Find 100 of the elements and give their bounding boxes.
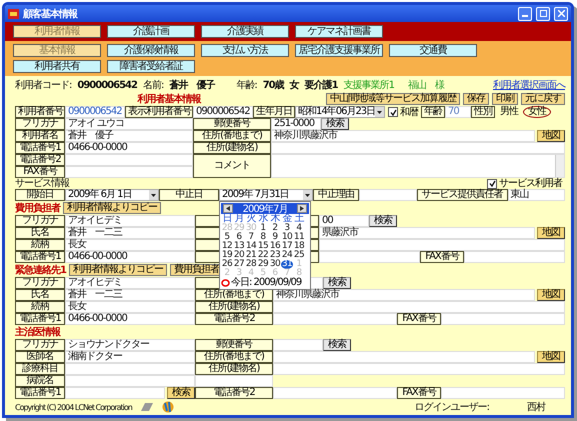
input-field[interactable] — [65, 166, 193, 178]
calendar-day[interactable]: 23 — [269, 251, 281, 260]
map-button[interactable]: 地図 — [537, 289, 565, 301]
date-select[interactable]: 2009年 7月31日 — [219, 189, 313, 201]
search-button[interactable]: 検索 — [369, 215, 397, 227]
input-field[interactable] — [65, 375, 195, 387]
input-field[interactable]: 00 — [319, 215, 369, 227]
input-field[interactable]: 0466-00-0000 — [65, 313, 195, 325]
tab[interactable]: 利用者共有 — [13, 60, 101, 73]
calendar-day[interactable]: 18 — [293, 242, 305, 251]
search-button[interactable]: 検索 — [167, 387, 195, 399]
calendar-day[interactable]: 25 — [293, 251, 305, 260]
calendar-day[interactable]: 10 — [281, 233, 293, 242]
calendar-day[interactable]: 15 — [257, 242, 269, 251]
tab[interactable]: 居宅介護支援事業所 — [295, 44, 383, 57]
input-field[interactable] — [273, 339, 323, 351]
tab[interactable]: 介護実績 — [201, 25, 289, 38]
maximize-button[interactable] — [536, 6, 550, 20]
input-field[interactable]: 県藤沢市 — [319, 227, 535, 239]
input-field[interactable] — [65, 154, 193, 166]
calendar-day[interactable]: 12 — [221, 242, 233, 251]
search-button[interactable]: 検索 — [323, 277, 351, 289]
calendar-day[interactable]: 24 — [281, 251, 293, 260]
user-select-link[interactable]: 利用者選択画面へ — [493, 78, 565, 92]
calendar-day[interactable]: 19 — [221, 251, 233, 260]
input-field[interactable] — [464, 251, 565, 263]
sex-option[interactable]: 女性 — [523, 106, 551, 118]
input-field[interactable] — [273, 363, 565, 375]
input-field[interactable] — [271, 142, 565, 154]
input-field[interactable]: 湘南ドクター — [65, 351, 195, 363]
tab[interactable]: 介護計画 — [107, 25, 195, 38]
input-field[interactable] — [319, 251, 420, 263]
input-field[interactable] — [273, 351, 535, 363]
calendar-day[interactable]: 22 — [257, 251, 269, 260]
action-button[interactable]: 中山間地域等サービス加算履歴 — [326, 93, 460, 105]
input-field[interactable] — [65, 387, 165, 399]
calendar-day[interactable]: 27 — [233, 260, 245, 269]
map-button[interactable]: 地図 — [537, 351, 565, 363]
input-field[interactable]: 0900006542 — [193, 106, 253, 118]
calendar-day[interactable]: 14 — [245, 242, 257, 251]
input-field[interactable] — [273, 387, 397, 399]
previous-month-button[interactable] — [223, 204, 233, 213]
copy-button[interactable]: 利用者情報よりコピー — [68, 264, 167, 276]
input-field[interactable]: 蒼井 一二三 — [65, 289, 195, 301]
tab[interactable]: 介護保険情報 — [107, 44, 195, 57]
calendar-day[interactable]: 1 — [257, 224, 269, 233]
date-select[interactable]: 2009年 6月 1日 — [65, 189, 159, 201]
minimize-button[interactable] — [518, 6, 532, 20]
calendar-day[interactable]: 8 — [257, 233, 269, 242]
input-field[interactable] — [273, 313, 397, 325]
calendar-day[interactable]: 30 — [269, 260, 281, 269]
copy-button[interactable]: 利用者情報よりコピー — [63, 202, 161, 214]
input-field[interactable]: 長女 — [65, 239, 195, 251]
input-field[interactable]: アオイ ユウコ — [65, 118, 193, 130]
calendar-day[interactable]: 29 — [257, 260, 269, 269]
calendar-day[interactable]: 17 — [281, 242, 293, 251]
service-user-checkbox[interactable]: サービス利用者 — [484, 178, 565, 189]
action-button[interactable]: 保存 — [463, 93, 489, 105]
input-field[interactable] — [441, 387, 565, 399]
calendar-day[interactable]: 7 — [245, 233, 257, 242]
input-field[interactable]: 長女 — [65, 301, 195, 313]
calendar-day[interactable]: 5 — [221, 233, 233, 242]
map-button[interactable]: 地図 — [537, 227, 565, 239]
input-field[interactable] — [65, 363, 195, 375]
calendar-day[interactable]: 26 — [221, 260, 233, 269]
input-field[interactable] — [273, 301, 565, 313]
action-button[interactable]: 印刷 — [492, 93, 518, 105]
sex-option[interactable]: 男性 — [495, 106, 523, 118]
calendar-day[interactable]: 6 — [233, 233, 245, 242]
tab[interactable]: 障害者受給者証 — [107, 60, 195, 73]
input-field[interactable]: 蒼井 一二三 — [65, 227, 195, 239]
wareki-checkbox[interactable]: 和暦 — [385, 106, 421, 118]
input-field[interactable] — [195, 375, 273, 387]
input-field[interactable]: 蒼井 優子 — [65, 130, 193, 142]
input-field[interactable]: 神奈川県藤沢市 — [271, 130, 535, 142]
input-field[interactable]: 0900006542 — [65, 106, 125, 118]
input-field[interactable] — [359, 189, 416, 201]
calendar-day[interactable]: 21 — [245, 251, 257, 260]
date-select[interactable]: 昭和14年06月23日 — [295, 106, 385, 118]
input-field[interactable]: 251-0000 — [271, 118, 321, 130]
calendar-day[interactable]: 28 — [245, 260, 257, 269]
calendar-day[interactable]: 2 — [269, 224, 281, 233]
input-field[interactable] — [319, 239, 565, 251]
next-month-button[interactable] — [297, 204, 307, 213]
input-field[interactable]: アオイヒデミ — [65, 277, 195, 289]
input-field[interactable]: 0466-00-0000 — [65, 142, 193, 154]
input-field[interactable]: 0466-00-0000 — [65, 251, 195, 263]
input-field[interactable]: ショウナンドクター — [65, 339, 195, 351]
action-button[interactable]: 元に戻す — [521, 93, 565, 105]
tab[interactable]: ケアマネ計画書 — [295, 25, 383, 38]
input-field[interactable]: 東山 — [508, 189, 565, 201]
calendar-day[interactable]: 11 — [293, 233, 305, 242]
input-field[interactable]: アオイヒデミ — [65, 215, 195, 227]
calendar-day[interactable]: 16 — [269, 242, 281, 251]
calendar-day[interactable]: 3 — [281, 224, 293, 233]
search-button[interactable]: 検索 — [321, 118, 349, 130]
calendar-day[interactable]: 9 — [269, 233, 281, 242]
map-button[interactable]: 地図 — [537, 130, 565, 142]
calendar-day[interactable]: 13 — [233, 242, 245, 251]
input-field[interactable] — [441, 313, 565, 325]
